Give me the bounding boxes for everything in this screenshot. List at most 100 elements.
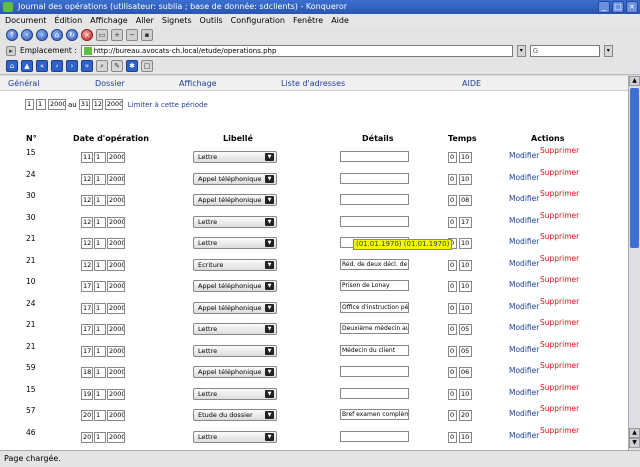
- minutes-input[interactable]: 10: [459, 173, 472, 185]
- up-icon[interactable]: ↑: [6, 29, 18, 41]
- minutes-input[interactable]: 10: [459, 388, 472, 400]
- vertical-scrollbar[interactable]: ▲ ▲ ▼: [628, 76, 640, 450]
- modify-link[interactable]: Modifier: [509, 323, 539, 332]
- minutes-input[interactable]: 10: [459, 259, 472, 271]
- hours-input[interactable]: 0: [448, 173, 457, 185]
- date-day-input[interactable]: 18: [81, 367, 93, 378]
- date-year-input[interactable]: 2000: [107, 302, 125, 314]
- date-month-input[interactable]: 1: [94, 152, 106, 163]
- details-input[interactable]: [340, 215, 409, 227]
- date-year-input[interactable]: 2000: [107, 431, 125, 443]
- details-input[interactable]: Réd. de deux décl. de: [340, 258, 409, 270]
- menu-aide[interactable]: Aide: [331, 14, 349, 27]
- libelle-select[interactable]: Etude du dossier ▼: [193, 409, 277, 421]
- date-month-input[interactable]: 1: [94, 216, 106, 228]
- minutes-input[interactable]: 10: [459, 302, 472, 314]
- settings-icon[interactable]: ✱: [126, 60, 138, 72]
- details-input[interactable]: [340, 151, 409, 162]
- clear-location-icon[interactable]: ▸: [6, 45, 16, 56]
- hours-input[interactable]: 0: [448, 216, 457, 228]
- url-input[interactable]: http://bureau.avocats-ch.local/etude/ope…: [80, 44, 513, 57]
- date-year-input[interactable]: 2000: [107, 152, 125, 163]
- date-day-input[interactable]: 17: [81, 281, 93, 292]
- details-input[interactable]: Médecin du client: [340, 344, 409, 356]
- libelle-select[interactable]: Lettre ▼: [193, 387, 277, 400]
- libelle-select[interactable]: Appel téléphonique ▼: [193, 366, 277, 378]
- date-month-input[interactable]: 1: [94, 388, 106, 400]
- modify-link[interactable]: Modifier: [509, 302, 539, 311]
- date-year-input[interactable]: 2000: [107, 216, 125, 228]
- libelle-select[interactable]: Lettre ▼: [193, 237, 277, 249]
- date-year-input[interactable]: 2000: [107, 281, 125, 292]
- date-day-input[interactable]: 20: [81, 431, 93, 443]
- hours-input[interactable]: 0: [448, 431, 457, 443]
- scroll-up-arrow-bottom-icon[interactable]: ▲: [629, 428, 640, 438]
- details-input[interactable]: Deuxième médecin au: [340, 323, 409, 334]
- minutes-input[interactable]: 05: [459, 324, 472, 335]
- date-month-input[interactable]: 1: [94, 345, 106, 357]
- libelle-select[interactable]: Ecriture ▼: [193, 258, 277, 271]
- tab-dossier[interactable]: Dossier: [95, 76, 125, 91]
- menu-aller[interactable]: Aller: [136, 14, 154, 27]
- date-day-input[interactable]: 17: [81, 302, 93, 314]
- modify-link[interactable]: Modifier: [509, 431, 539, 440]
- zoom-in-icon[interactable]: +: [111, 29, 123, 41]
- date-year-input[interactable]: 2000: [107, 259, 125, 271]
- date-day-input[interactable]: 12: [81, 216, 93, 228]
- minimize-button[interactable]: _: [598, 1, 610, 13]
- hours-input[interactable]: 0: [448, 367, 457, 378]
- date-month-input[interactable]: 1: [94, 195, 106, 206]
- minutes-input[interactable]: 10: [459, 152, 472, 163]
- libelle-select[interactable]: Appel téléphonique ▼: [193, 194, 277, 206]
- date-day-input[interactable]: 11: [81, 152, 93, 163]
- delete-link[interactable]: Supprimer: [540, 383, 579, 392]
- maximize-button[interactable]: □: [612, 1, 624, 13]
- modify-link[interactable]: Modifier: [509, 345, 539, 354]
- details-input[interactable]: Prison de Lonay: [340, 280, 409, 291]
- minutes-input[interactable]: 20: [459, 410, 472, 421]
- delete-link[interactable]: Supprimer: [540, 426, 579, 435]
- menu-configuration[interactable]: Configuration: [231, 14, 285, 27]
- date-month-input[interactable]: 1: [94, 259, 106, 271]
- minutes-input[interactable]: 05: [459, 345, 472, 357]
- home-page-icon[interactable]: ⌂: [6, 60, 18, 72]
- date-month-input[interactable]: 1: [94, 431, 106, 443]
- hours-input[interactable]: 0: [448, 259, 457, 271]
- modify-link[interactable]: Modifier: [509, 194, 539, 203]
- menu-signets[interactable]: Signets: [162, 14, 192, 27]
- delete-link[interactable]: Supprimer: [540, 275, 579, 284]
- find-icon[interactable]: ⌕: [96, 60, 108, 72]
- start-day-input[interactable]: 1: [25, 99, 34, 110]
- delete-link[interactable]: Supprimer: [540, 232, 579, 241]
- scrollbar-thumb[interactable]: [630, 88, 639, 248]
- date-month-input[interactable]: 1: [94, 281, 106, 292]
- tools-icon[interactable]: ✎: [111, 60, 123, 72]
- scroll-down-arrow-icon[interactable]: ▼: [629, 438, 640, 448]
- tab-liste-adresses[interactable]: Liste d'adresses: [281, 76, 345, 91]
- date-month-input[interactable]: 1: [94, 238, 106, 249]
- date-day-input[interactable]: 17: [81, 324, 93, 335]
- minutes-input[interactable]: 10: [459, 281, 472, 292]
- modify-link[interactable]: Modifier: [509, 151, 539, 160]
- menu-fenetre[interactable]: Fenêtre: [293, 14, 323, 27]
- date-year-input[interactable]: 2000: [107, 173, 125, 185]
- modify-link[interactable]: Modifier: [509, 366, 539, 375]
- details-input[interactable]: [340, 387, 409, 399]
- details-input[interactable]: [340, 194, 409, 205]
- limit-period-link[interactable]: Limiter à cette période: [128, 101, 208, 109]
- date-year-input[interactable]: 2000: [107, 238, 125, 249]
- start-month-input[interactable]: 1: [36, 99, 46, 110]
- close-window-button[interactable]: ×: [626, 1, 638, 13]
- delete-link[interactable]: Supprimer: [540, 404, 579, 413]
- hours-input[interactable]: 0: [448, 152, 457, 163]
- tab-general[interactable]: Général: [8, 76, 40, 91]
- zoom-out-icon[interactable]: −: [126, 29, 138, 41]
- hours-input[interactable]: 0: [448, 345, 457, 357]
- date-month-input[interactable]: 1: [94, 324, 106, 335]
- hours-input[interactable]: 0: [448, 302, 457, 314]
- date-year-input[interactable]: 2000: [107, 410, 125, 421]
- previous-fast-icon[interactable]: «: [36, 60, 48, 72]
- minutes-input[interactable]: 06: [459, 367, 472, 378]
- delete-link[interactable]: Supprimer: [540, 254, 579, 263]
- libelle-select[interactable]: Lettre ▼: [193, 151, 277, 163]
